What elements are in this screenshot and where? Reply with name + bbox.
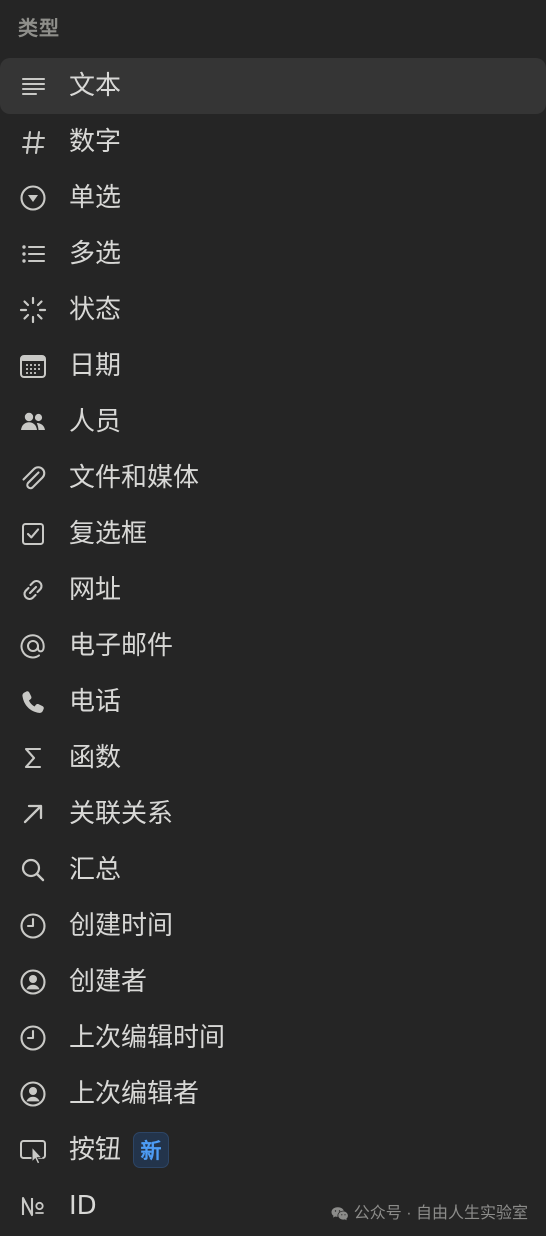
menu-item-label: 关联关系 — [69, 799, 174, 829]
hash-icon — [16, 125, 50, 159]
menu-item-created-by[interactable]: 创建者 — [0, 954, 546, 1010]
menu-item-files-media[interactable]: 文件和媒体 — [0, 450, 546, 506]
menu-item-label: 数字 — [69, 127, 122, 157]
search-icon — [16, 853, 50, 887]
numero-icon — [16, 1189, 50, 1223]
menu-item-label: 人员 — [69, 407, 122, 437]
menu-item-person[interactable]: 人员 — [0, 394, 546, 450]
menu-item-checkbox[interactable]: 复选框 — [0, 506, 546, 562]
clock-icon — [16, 909, 50, 943]
property-type-menu: 类型 文本 数字 单选 多选 状态 日期 人员 文件和媒体 复选框 网址 电子邮… — [0, 0, 546, 1236]
menu-item-last-edited-by[interactable]: 上次编辑者 — [0, 1066, 546, 1122]
menu-item-relation[interactable]: 关联关系 — [0, 786, 546, 842]
menu-item-label: 单选 — [69, 183, 122, 213]
menu-item-label: 状态 — [69, 295, 122, 325]
watermark: 公众号 · 自由人生实验室 — [330, 1204, 528, 1224]
menu-item-created-time[interactable]: 创建时间 — [0, 898, 546, 954]
menu-item-label: ID — [69, 1191, 97, 1221]
section-title: 类型 — [18, 16, 60, 40]
user-circle-icon — [16, 1077, 50, 1111]
menu-item-url[interactable]: 网址 — [0, 562, 546, 618]
menu-item-label: 汇总 — [69, 855, 122, 885]
status-icon — [16, 293, 50, 327]
menu-item-phone[interactable]: 电话 — [0, 674, 546, 730]
button-cursor-icon — [16, 1133, 50, 1167]
menu-item-label: 电话 — [69, 687, 122, 717]
sigma-icon — [16, 741, 50, 775]
new-badge: 新 — [133, 1132, 170, 1168]
menu-item-label: 文本 — [69, 71, 122, 101]
menu-item-label: 文件和媒体 — [69, 463, 200, 493]
watermark-text: 公众号 · 自由人生实验室 — [353, 1205, 528, 1222]
menu-item-status[interactable]: 状态 — [0, 282, 546, 338]
at-icon — [16, 629, 50, 663]
calendar-icon — [16, 349, 50, 383]
menu-item-email[interactable]: 电子邮件 — [0, 618, 546, 674]
menu-item-date[interactable]: 日期 — [0, 338, 546, 394]
user-circle-icon — [16, 965, 50, 999]
people-icon — [16, 405, 50, 439]
menu-item-label: 上次编辑时间 — [69, 1023, 226, 1053]
menu-item-rollup[interactable]: 汇总 — [0, 842, 546, 898]
arrow-up-right-icon — [16, 797, 50, 831]
menu-item-single-select[interactable]: 单选 — [0, 170, 546, 226]
phone-icon — [16, 685, 50, 719]
property-type-list: 文本 数字 单选 多选 状态 日期 人员 文件和媒体 复选框 网址 电子邮件 电… — [0, 58, 546, 1234]
checkbox-icon — [16, 517, 50, 551]
menu-item-label: 创建者 — [69, 967, 148, 997]
menu-item-last-edited-time[interactable]: 上次编辑时间 — [0, 1010, 546, 1066]
menu-item-text[interactable]: 文本 — [0, 58, 546, 114]
menu-item-label: 日期 — [69, 351, 122, 381]
paperclip-icon — [16, 461, 50, 495]
single-select-icon — [16, 181, 50, 215]
clock-icon — [16, 1021, 50, 1055]
menu-item-label: 复选框 — [69, 519, 148, 549]
link-icon — [16, 573, 50, 607]
list-icon — [16, 237, 50, 271]
menu-item-label: 函数 — [69, 743, 122, 773]
menu-item-button[interactable]: 按钮 新 — [0, 1122, 546, 1178]
menu-item-number[interactable]: 数字 — [0, 114, 546, 170]
menu-item-label: 创建时间 — [69, 911, 174, 941]
menu-item-label: 电子邮件 — [69, 631, 174, 661]
text-lines-icon — [16, 69, 50, 103]
menu-item-formula[interactable]: 函数 — [0, 730, 546, 786]
wechat-icon — [330, 1204, 350, 1224]
menu-item-label: 按钮 — [69, 1135, 122, 1165]
menu-item-label: 上次编辑者 — [69, 1079, 200, 1109]
menu-item-label: 网址 — [69, 575, 122, 605]
menu-item-label: 多选 — [69, 239, 122, 269]
menu-item-multi-select[interactable]: 多选 — [0, 226, 546, 282]
